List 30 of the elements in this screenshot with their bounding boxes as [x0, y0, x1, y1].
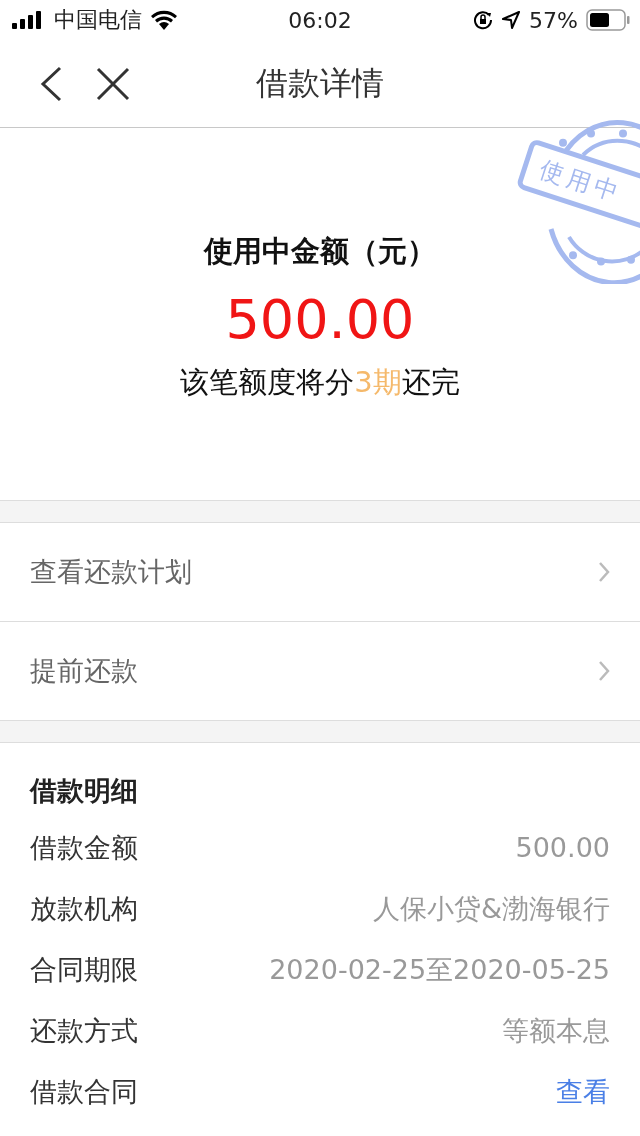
- close-icon: [96, 66, 130, 101]
- chevron-icon: [598, 561, 610, 583]
- detail-value: 人保小贷&渤海银行: [372, 891, 610, 926]
- status-time: 06:02: [288, 7, 352, 33]
- amount-value: 500.00: [225, 288, 415, 351]
- amount-label: 使用中金额（元）: [204, 233, 436, 270]
- installment-note: 该笔额度将分3期还完: [180, 364, 460, 401]
- close-button[interactable]: [96, 66, 130, 101]
- view-link[interactable]: 查看: [556, 1073, 610, 1110]
- rotation-lock-icon: [473, 10, 494, 30]
- carrier-name: 中国电信: [54, 6, 142, 34]
- detail-label: 放款机构: [30, 891, 138, 926]
- detail-value: 2020-02-25至2020-05-25: [269, 952, 610, 987]
- page-title: 借款详情: [256, 62, 384, 104]
- wifi-icon: [150, 10, 178, 30]
- location-icon: [501, 10, 522, 30]
- section-title: 借款明细: [30, 774, 139, 808]
- back-icon: [40, 65, 62, 102]
- menu-row[interactable]: 查看还款计划: [0, 523, 640, 622]
- back-button[interactable]: [40, 65, 62, 102]
- detail-value: 等额本息: [502, 1013, 610, 1048]
- battery-icon: [586, 9, 630, 31]
- menu-row[interactable]: 提前还款: [0, 622, 640, 720]
- battery-percent: 57%: [529, 7, 578, 33]
- detail-label: 合同期限: [30, 952, 138, 987]
- detail-value: 500.00: [515, 832, 610, 863]
- detail-label: 借款金额: [30, 830, 138, 865]
- chevron-icon: [598, 660, 610, 682]
- detail-label: 借款合同: [30, 1074, 138, 1109]
- detail-label: 还款方式: [30, 1013, 138, 1048]
